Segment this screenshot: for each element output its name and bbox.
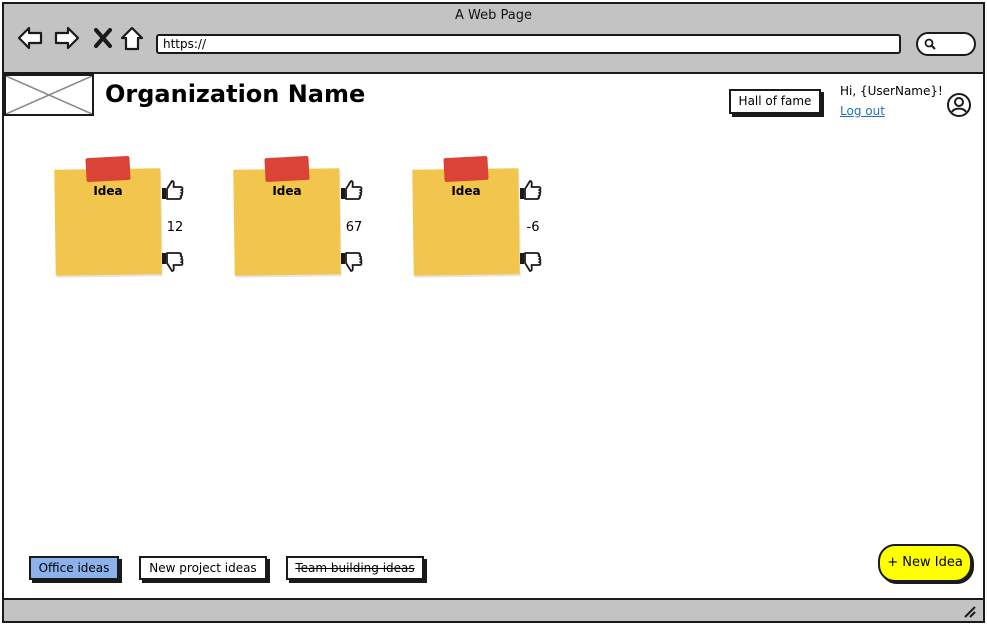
- forward-arrow-icon[interactable]: [53, 24, 81, 52]
- close-x-icon[interactable]: [89, 24, 117, 52]
- search-icon: [924, 38, 936, 50]
- thumbs-up-icon[interactable]: [160, 178, 186, 204]
- hall-of-fame-button[interactable]: Hall of fame: [729, 89, 821, 114]
- user-greeting: Hi, {UserName}!: [840, 84, 943, 98]
- vote-count: -6: [526, 220, 540, 235]
- status-bar: [4, 598, 983, 621]
- idea-title: Idea: [451, 184, 481, 198]
- idea-card[interactable]: Idea 12: [54, 154, 195, 284]
- vote-count: 67: [345, 220, 363, 235]
- tag-team-building-ideas[interactable]: Team building ideas: [286, 556, 424, 580]
- window-title: A Web Page: [455, 8, 532, 23]
- idea-title: Idea: [93, 184, 123, 198]
- tape-strip: [443, 155, 489, 183]
- resize-grip-icon[interactable]: [961, 603, 977, 619]
- tag-new-project-ideas[interactable]: New project ideas: [139, 556, 267, 580]
- thumbs-down-icon[interactable]: [518, 248, 544, 274]
- thumbs-up-icon[interactable]: [339, 178, 365, 204]
- browser-window: A Web Page https:// Organization Name Ha…: [2, 2, 985, 623]
- back-arrow-icon[interactable]: [16, 24, 44, 52]
- idea-card[interactable]: Idea -6: [412, 154, 553, 284]
- browser-toolbar: A Web Page https://: [4, 4, 983, 74]
- new-idea-button[interactable]: + New Idea: [878, 544, 972, 582]
- logo-placeholder: [4, 74, 94, 116]
- tape-strip: [264, 155, 310, 183]
- logout-link[interactable]: Log out: [840, 104, 885, 118]
- thumbs-down-icon[interactable]: [160, 248, 186, 274]
- thumbs-down-icon[interactable]: [339, 248, 365, 274]
- tag-office-ideas[interactable]: Office ideas: [29, 556, 119, 580]
- home-icon[interactable]: [118, 24, 146, 52]
- address-bar[interactable]: https://: [156, 34, 901, 54]
- vote-count: 12: [166, 220, 184, 235]
- user-circle-icon[interactable]: [946, 92, 972, 118]
- idea-title: Idea: [272, 184, 302, 198]
- organization-name: Organization Name: [105, 80, 366, 108]
- search-box[interactable]: [916, 32, 976, 56]
- tape-strip: [85, 155, 131, 183]
- idea-card[interactable]: Idea 67: [233, 154, 374, 284]
- thumbs-up-icon[interactable]: [518, 178, 544, 204]
